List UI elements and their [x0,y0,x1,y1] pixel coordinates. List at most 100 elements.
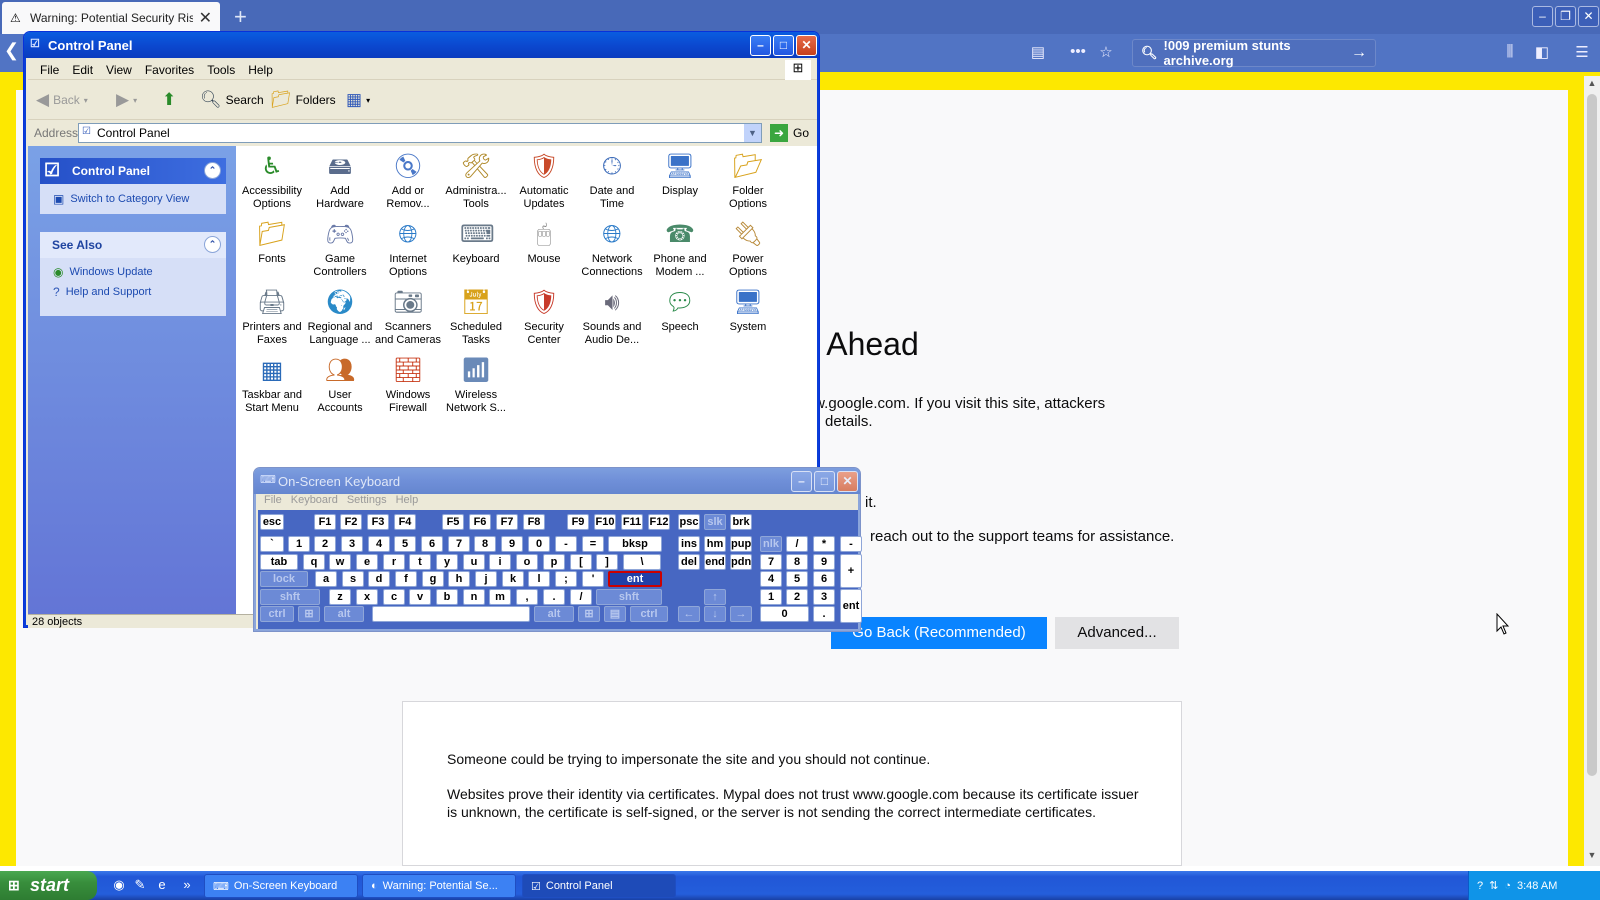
control-panel-section-header[interactable]: ☑ Control Panel ⌃ [40,158,226,184]
minimize-button[interactable]: – [750,35,771,56]
hamburger-menu-icon[interactable]: ☰ [1572,43,1592,63]
osk-key-f1[interactable]: F1 [314,514,336,530]
osk-key-sym20[interactable]: → [730,606,752,622]
browser-restore-button[interactable]: ❐ [1555,6,1576,27]
osk-maximize-button[interactable]: □ [814,471,835,492]
views-dropdown-icon[interactable]: ▾ [366,96,370,105]
osk-key-6[interactable]: 6 [813,571,835,587]
osk-key-i[interactable]: i [489,554,511,570]
menu-help[interactable]: Help [244,63,282,77]
osk-menu-file[interactable]: File [262,494,289,510]
cp-item-network-connections[interactable]: 🌐︎ Network Connections [578,220,646,279]
library-icon[interactable]: ⫼ [1500,43,1520,63]
osk-key-sym8[interactable]: \ [623,554,661,570]
osk-key-u[interactable]: u [463,554,485,570]
osk-key-f[interactable]: f [395,571,417,587]
osk-key-f5[interactable]: F5 [442,514,464,530]
cp-item-speech[interactable]: 💬︎ Speech [646,288,714,334]
osk-key-hm[interactable]: hm [704,536,726,552]
taskbar-item-control-panel[interactable]: ☑ Control Panel [522,874,676,898]
osk-key-bksp[interactable]: bksp [608,536,662,552]
help-tray-icon[interactable]: ? [1477,880,1483,892]
taskbar-item-osk[interactable]: ⌨ On-Screen Keyboard [204,874,358,898]
osk-key-psc[interactable]: psc [678,514,700,530]
osk-key-b[interactable]: b [436,589,458,605]
osk-key-n[interactable]: n [463,589,485,605]
osk-key-r[interactable]: r [383,554,405,570]
osk-key-f12[interactable]: F12 [648,514,670,530]
back-dropdown-icon[interactable]: ▾ [84,96,88,105]
cp-item-scheduled-tasks[interactable]: 📅︎ Scheduled Tasks [442,288,510,347]
taskbar-item-browser[interactable]: ◐ Warning: Potential Se... [362,874,516,898]
cp-item-user-accounts[interactable]: 👥︎ User Accounts [306,356,374,415]
osk-key-sym18[interactable]: ← [678,606,700,622]
osk-key-esc[interactable]: esc [260,514,284,530]
cp-item-internet-options[interactable]: 🌐︎ Internet Options [374,220,442,279]
osk-key-k[interactable]: k [502,571,524,587]
cp-item-mouse[interactable]: 🖱︎ Mouse [510,220,578,266]
page-actions-icon[interactable]: ••• [1068,43,1088,63]
osk-key-9[interactable]: 9 [501,536,523,552]
osk-key-nlk[interactable]: nlk [760,536,782,552]
cp-item-keyboard[interactable]: ⌨︎ Keyboard [442,220,510,266]
browser-close-button[interactable]: ✕ [1578,6,1599,27]
go-arrow-icon[interactable]: → [1351,44,1367,62]
cp-item-security-center[interactable]: 🛡︎ Security Center [510,288,578,347]
osk-key-j[interactable]: j [475,571,497,587]
osk-key-5[interactable]: 5 [394,536,416,552]
osk-key-space[interactable] [372,606,530,622]
osk-key-pup[interactable]: pup [730,536,752,552]
osk-key-p[interactable]: p [543,554,565,570]
osk-menu-help[interactable]: Help [394,494,426,510]
osk-close-button[interactable]: ✕ [837,471,858,492]
osk-key-1[interactable]: 1 [288,536,310,552]
address-field[interactable]: ☑ Control Panel ▼ [78,123,762,143]
osk-key-o[interactable]: o [516,554,538,570]
osk-key-sym22[interactable]: + [840,554,862,588]
browser-minimize-button[interactable]: – [1532,6,1553,27]
cp-item-scanners-and-cameras[interactable]: 📷︎ Scanners and Cameras [374,288,442,347]
page-scrollbar[interactable]: ▲ ▼ [1584,76,1600,866]
cp-item-game-controllers[interactable]: 🎮︎ Game Controllers [306,220,374,279]
osk-key-alt[interactable]: alt [324,606,364,622]
osk-key-8[interactable]: 8 [474,536,496,552]
osk-key-8[interactable]: 8 [786,554,808,570]
scroll-up-icon[interactable]: ▲ [1586,78,1598,90]
osk-key-l[interactable]: l [528,571,550,587]
osk-key-sym19[interactable]: ↓ [704,606,726,622]
osk-key-f2[interactable]: F2 [340,514,362,530]
osk-key-z[interactable]: z [329,589,351,605]
osk-key-f6[interactable]: F6 [469,514,491,530]
osk-key-f7[interactable]: F7 [496,514,518,530]
osk-key-x[interactable]: x [356,589,378,605]
osk-key-sym1[interactable]: - [555,536,577,552]
osk-key-ent[interactable]: ent [840,589,862,623]
osk-key-1[interactable]: 1 [760,589,782,605]
osk-key-9[interactable]: 9 [813,554,835,570]
osk-key-0[interactable]: 0 [528,536,550,552]
osk-key-s[interactable]: s [342,571,364,587]
osk-key-w[interactable]: w [329,554,351,570]
osk-key-d[interactable]: d [368,571,390,587]
new-tab-icon[interactable]: + [234,4,247,30]
switch-to-category-view-link[interactable]: ▣ Switch to Category View [40,189,226,209]
osk-key-sym14[interactable]: ↑ [704,589,726,605]
osk-key-a[interactable]: a [315,571,337,587]
osk-key-t[interactable]: t [409,554,431,570]
folders-button[interactable]: 📁︎ Folders [270,88,336,112]
osk-key-h[interactable]: h [448,571,470,587]
maximize-button[interactable]: □ [773,35,794,56]
osk-key-del[interactable]: del [678,554,700,570]
osk-key-m[interactable]: m [489,589,511,605]
osk-key-f11[interactable]: F11 [621,514,643,530]
osk-key-sym2[interactable]: = [582,536,604,552]
osk-key-lock[interactable]: lock [260,571,308,587]
forward-button[interactable]: ▶ ▾ [116,88,137,112]
osk-key-sym0[interactable]: ` [260,536,284,552]
osk-key-6[interactable]: 6 [421,536,443,552]
osk-menu-keyboard[interactable]: Keyboard [289,494,345,510]
osk-key-f10[interactable]: F10 [594,514,616,530]
osk-key-sym13[interactable]: / [570,589,592,605]
cp-item-regional-and-language[interactable]: 🌍︎ Regional and Language ... [306,288,374,347]
sidebar-icon[interactable]: ◧ [1532,43,1552,63]
